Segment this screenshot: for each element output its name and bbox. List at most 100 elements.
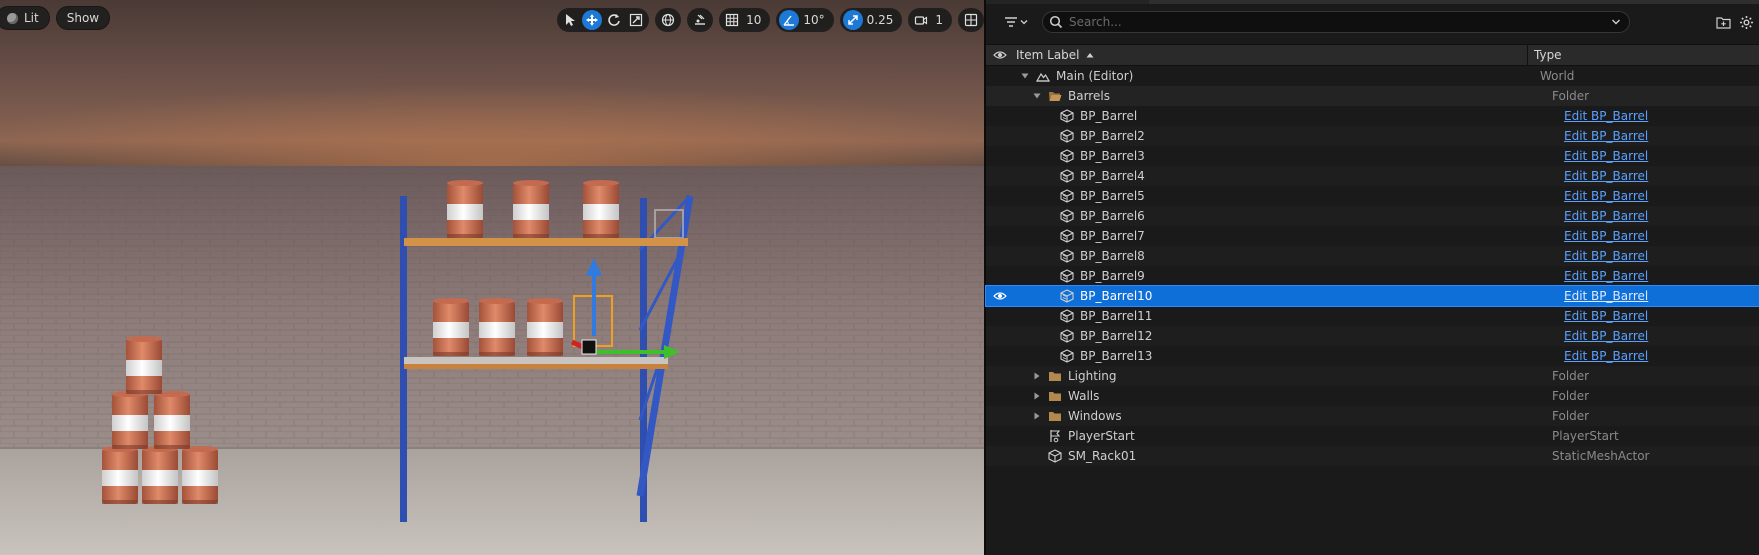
outliner-row[interactable]: BP_Barrel10 Edit BP_Barrel [985,285,1759,307]
show-flags-button[interactable]: Show [55,6,111,30]
filter-icon [1005,17,1017,27]
viewport-layout-button[interactable] [961,10,981,30]
camera-speed-button[interactable] [911,10,931,30]
edit-blueprint-link[interactable]: Edit BP_Barrel [1558,289,1648,303]
outliner-row[interactable]: BP_Barrel Edit BP_Barrel [986,106,1759,126]
static-mesh-icon [1048,449,1062,463]
view-mode-lit-button[interactable]: Lit [0,6,50,30]
expander-expanded-icon[interactable] [1020,71,1030,81]
rotation-snap-toggle[interactable] [779,10,800,30]
grid-snap-toggle[interactable] [722,10,742,30]
edit-blueprint-link[interactable]: Edit BP_Barrel [1558,349,1648,363]
grid-snap-value[interactable]: 10 [744,13,767,27]
expander-expanded-icon[interactable] [1032,91,1042,101]
blueprint-actor-icon [1060,109,1074,123]
level-viewport[interactable]: Lit Show 10 10° 0.25 1 [0,0,984,555]
scale-tool-button[interactable] [626,10,646,30]
outliner-row[interactable]: Walls Folder [986,386,1759,406]
edit-blueprint-link[interactable]: Edit BP_Barrel [1558,109,1648,123]
outliner-row[interactable]: BP_Barrel8 Edit BP_Barrel [986,246,1759,266]
edit-blueprint-link[interactable]: Edit BP_Barrel [1558,329,1648,343]
scale-snap-toggle[interactable] [842,10,863,30]
blueprint-actor-icon [1060,329,1074,343]
scale-icon [629,13,643,27]
item-type: Folder [1552,89,1590,103]
viewport-scene[interactable] [0,0,984,555]
outliner-row[interactable]: BP_Barrel7 Edit BP_Barrel [986,226,1759,246]
edit-blueprint-link[interactable]: Edit BP_Barrel [1558,149,1648,163]
item-label: BP_Barrel11 [1080,309,1153,323]
search-options-chevron-icon[interactable] [1611,17,1621,27]
outliner-row[interactable]: BP_Barrel2 Edit BP_Barrel [986,126,1759,146]
search-icon [1049,15,1063,29]
blueprint-actor-icon [1060,169,1074,183]
camera-speed-value[interactable]: 1 [933,13,949,27]
outliner-row[interactable]: BP_Barrel5 Edit BP_Barrel [986,186,1759,206]
folder-open-icon [1048,89,1062,103]
type-column-header[interactable]: Type [1528,48,1562,62]
outliner-tree: Main (Editor) World Barrels Folder BP_Barrel… [985,66,1759,466]
item-label: Windows [1068,409,1122,423]
outliner-row[interactable]: PlayerStart PlayerStart [986,426,1759,446]
edit-blueprint-link[interactable]: Edit BP_Barrel [1558,249,1648,263]
type-header-text: Type [1534,48,1562,62]
surface-snap-icon [695,14,706,25]
rotation-snap-value[interactable]: 10° [801,13,830,27]
layout-group [958,8,984,32]
grid-icon [725,13,739,27]
item-label-column-header[interactable]: Item Label [1014,45,1528,65]
edit-blueprint-link[interactable]: Edit BP_Barrel [1558,189,1648,203]
item-label: SM_Rack01 [1068,449,1137,463]
surface-snap-group [687,8,714,32]
translate-tool-button[interactable] [582,10,603,30]
scale-snap-value[interactable]: 0.25 [865,13,900,27]
expander-collapsed-icon[interactable] [1032,411,1042,421]
blueprint-actor-icon [1060,269,1074,283]
world-space-button[interactable] [658,10,678,30]
visibility-toggle[interactable] [986,291,1014,301]
outliner-row[interactable]: BP_Barrel12 Edit BP_Barrel [986,326,1759,346]
outliner-row[interactable]: BP_Barrel9 Edit BP_Barrel [986,266,1759,286]
item-label: BP_Barrel4 [1080,169,1145,183]
visibility-column-header[interactable] [986,50,1014,60]
rotate-tool-button[interactable] [604,10,624,30]
outliner-row[interactable]: Barrels Folder [986,86,1759,106]
coordinate-space-group [655,8,682,32]
outliner-row[interactable]: Windows Folder [986,406,1759,426]
edit-blueprint-link[interactable]: Edit BP_Barrel [1558,309,1648,323]
expander-collapsed-icon[interactable] [1032,391,1042,401]
outliner-row[interactable]: BP_Barrel6 Edit BP_Barrel [986,206,1759,226]
edit-blueprint-link[interactable]: Edit BP_Barrel [1558,209,1648,223]
surface-snapping-button[interactable] [690,10,710,30]
item-label: BP_Barrel3 [1080,149,1145,163]
edit-blueprint-link[interactable]: Edit BP_Barrel [1558,129,1648,143]
add-folder-button[interactable] [1714,13,1732,31]
blueprint-actor-icon [1060,209,1074,223]
blueprint-actor-icon [1060,229,1074,243]
outliner-settings-button[interactable] [1737,13,1755,31]
outliner-row[interactable]: BP_Barrel4 Edit BP_Barrel [986,166,1759,186]
item-label-cell: PlayerStart [1014,429,1546,443]
edit-blueprint-link[interactable]: Edit BP_Barrel [1558,229,1648,243]
panel-top-strip [986,0,1759,4]
select-tool-button[interactable] [560,10,580,30]
edit-blueprint-link[interactable]: Edit BP_Barrel [1558,269,1648,283]
outliner-row[interactable]: Lighting Folder [986,366,1759,386]
filter-button[interactable] [998,10,1034,34]
item-label: Lighting [1068,369,1117,383]
search-box [1042,11,1630,33]
search-input[interactable] [1063,15,1611,29]
expander-collapsed-icon[interactable] [1032,371,1042,381]
outliner-row[interactable]: Main (Editor) World [986,66,1759,86]
item-label-cell: BP_Barrel3 [1014,149,1558,163]
outliner-row[interactable]: SM_Rack01 StaticMeshActor [986,446,1759,466]
item-type: Folder [1552,389,1590,403]
item-label: BP_Barrel2 [1080,129,1145,143]
outliner-row[interactable]: BP_Barrel3 Edit BP_Barrel [986,146,1759,166]
edit-blueprint-link[interactable]: Edit BP_Barrel [1558,169,1648,183]
outliner-row[interactable]: BP_Barrel13 Edit BP_Barrel [986,346,1759,366]
outliner-row[interactable]: BP_Barrel11 Edit BP_Barrel [986,306,1759,326]
